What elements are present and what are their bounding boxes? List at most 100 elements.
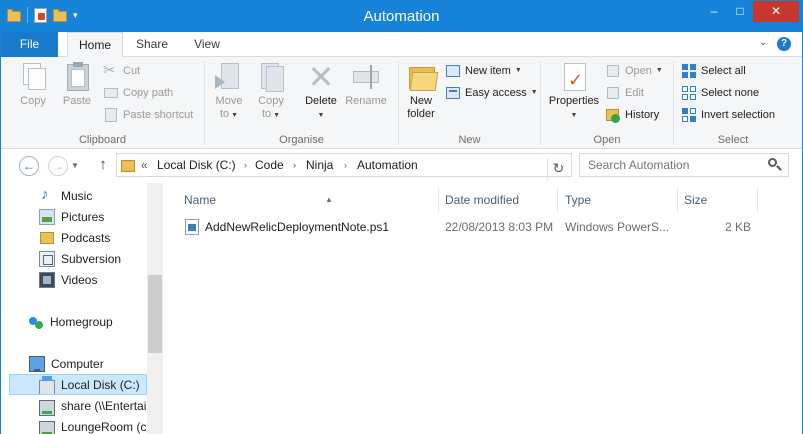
history-button[interactable]: History xyxy=(605,105,659,125)
column-header-type[interactable]: Type xyxy=(565,189,677,211)
select-group-label: Select xyxy=(717,134,749,146)
edit-label: Edit xyxy=(625,87,644,99)
select-none-button[interactable]: Select none xyxy=(681,83,759,103)
new-group-label: New xyxy=(458,134,481,146)
new-folder-button[interactable]: New folder xyxy=(401,61,441,121)
search-icon[interactable] xyxy=(768,158,782,172)
select-all-button[interactable]: Select all xyxy=(681,61,746,81)
breadcrumb-automation[interactable]: Automation xyxy=(357,158,418,172)
dropdown-arrow-icon: ▼ xyxy=(514,67,522,74)
column-divider[interactable] xyxy=(438,188,439,212)
edit-icon xyxy=(605,85,621,101)
breadcrumb-local-disk[interactable]: Local Disk (C:) xyxy=(157,158,236,172)
sidebar-item-videos[interactable]: Videos xyxy=(1,269,147,290)
properties-icon: ✓ xyxy=(558,61,590,93)
sidebar-item-homegroup[interactable]: Homegroup xyxy=(1,311,147,332)
breadcrumb-separator-icon[interactable]: › xyxy=(293,160,296,170)
cut-button[interactable]: ✂ Cut xyxy=(103,61,140,81)
delete-button[interactable]: ✕ Delete ▼ xyxy=(301,61,341,122)
paste-button[interactable]: Paste xyxy=(57,61,97,108)
copy-to-icon xyxy=(255,61,287,93)
file-list[interactable]: Name ▲ Date modified Type Size AddNewRel… xyxy=(163,183,802,434)
column-header-label: Type xyxy=(565,193,592,207)
table-row[interactable]: AddNewRelicDeploymentNote.ps1 22/08/2013… xyxy=(181,216,771,238)
sidebar-item-subversion[interactable]: Subversion xyxy=(1,248,147,269)
copy-button[interactable]: Copy xyxy=(13,61,53,108)
easy-access-icon xyxy=(445,85,461,101)
breadcrumb-overflow[interactable]: « xyxy=(141,158,148,172)
sort-ascending-icon: ▲ xyxy=(325,195,333,204)
copy-to-button[interactable]: Copy to ▼ xyxy=(253,61,289,122)
column-header-size[interactable]: Size xyxy=(684,189,754,211)
breadcrumb-ninja[interactable]: Ninja xyxy=(306,158,333,172)
select-all-label: Select all xyxy=(701,65,746,77)
edit-button[interactable]: Edit xyxy=(605,83,644,103)
move-to-button[interactable]: Move to ▼ xyxy=(211,61,247,122)
sidebar-item-share[interactable]: share (\\Entertai xyxy=(1,395,147,416)
open-icon xyxy=(605,63,621,79)
copy-label: Copy xyxy=(20,95,46,107)
navigation-pane[interactable]: Music Pictures Podcasts Subversion Video… xyxy=(1,183,163,434)
column-header-date-modified[interactable]: Date modified xyxy=(445,189,557,211)
sidebar-item-pictures[interactable]: Pictures xyxy=(1,206,147,227)
close-button[interactable]: ✕ xyxy=(753,1,799,22)
sidebar-item-podcasts[interactable]: Podcasts xyxy=(1,227,147,248)
column-divider[interactable] xyxy=(757,188,758,212)
sidebar-item-music[interactable]: Music xyxy=(1,185,147,206)
copy-to-label-1: Copy xyxy=(258,95,284,107)
search-box[interactable] xyxy=(579,153,789,177)
explorer-window: ▾ Automation – □ ✕ File Home Share View … xyxy=(0,0,803,434)
tab-home[interactable]: Home xyxy=(67,32,123,58)
new-item-icon xyxy=(445,63,461,79)
column-divider[interactable] xyxy=(557,188,558,212)
help-icon[interactable]: ? xyxy=(777,37,791,51)
column-divider[interactable] xyxy=(677,188,678,212)
easy-access-button[interactable]: Easy access ▼ xyxy=(445,83,538,103)
maximize-button[interactable]: □ xyxy=(727,1,753,22)
chevron-down-icon[interactable]: ⌄ xyxy=(759,37,767,48)
folder-icon xyxy=(121,158,135,172)
organise-group: Move to ▼ Copy to ▼ ✕ Delete ▼ Rename Or… xyxy=(205,57,398,149)
sidebar-item-loungeroom[interactable]: LoungeRoom (c xyxy=(1,416,147,434)
sidebar-item-label: Music xyxy=(61,188,93,203)
breadcrumb-separator-icon[interactable]: › xyxy=(344,160,347,170)
refresh-icon[interactable]: ↻ xyxy=(547,158,569,180)
column-header-name[interactable]: Name ▲ xyxy=(184,189,438,211)
open-button[interactable]: Open ▼ xyxy=(605,61,663,81)
breadcrumb-code[interactable]: Code xyxy=(255,158,284,172)
folder-icon xyxy=(39,230,55,246)
sidebar-scrollbar-thumb[interactable] xyxy=(148,275,162,353)
sidebar-item-local-disk[interactable]: Local Disk (C:) xyxy=(9,374,147,395)
history-label: History xyxy=(625,109,660,121)
open-group: ✓ Properties ▼ Open ▼ Edit History Open xyxy=(541,57,673,149)
properties-button[interactable]: ✓ Properties ▼ xyxy=(545,61,603,122)
copy-path-button[interactable]: Copy path xyxy=(103,83,173,103)
paste-shortcut-button[interactable]: Paste shortcut xyxy=(103,105,193,125)
sidebar-item-computer[interactable]: Computer xyxy=(1,353,147,374)
forward-arrow-icon[interactable]: → xyxy=(48,156,68,176)
search-input[interactable] xyxy=(588,157,758,173)
tab-file[interactable]: File xyxy=(1,32,58,57)
dropdown-arrow-icon: ▼ xyxy=(271,112,281,119)
copy-path-label: Copy path xyxy=(123,87,174,99)
minimize-button[interactable]: – xyxy=(701,1,727,22)
rename-label: Rename xyxy=(345,95,387,107)
tab-share[interactable]: Share xyxy=(125,32,179,58)
rename-button[interactable]: Rename xyxy=(343,61,389,108)
tab-view[interactable]: View xyxy=(181,32,233,58)
disk-icon xyxy=(39,375,55,394)
breadcrumb-separator-icon[interactable]: › xyxy=(244,160,247,170)
new-folder-label-2: folder xyxy=(407,108,435,120)
paste-shortcut-label: Paste shortcut xyxy=(123,109,194,121)
recent-locations-icon[interactable]: ▼ xyxy=(71,161,79,170)
new-item-button[interactable]: New item ▼ xyxy=(445,61,522,81)
address-bar[interactable]: « Local Disk (C:) › Code › Ninja › Autom… xyxy=(116,153,644,180)
computer-icon xyxy=(29,355,45,372)
rename-icon xyxy=(350,61,382,93)
back-arrow-icon[interactable]: ← xyxy=(19,156,39,176)
sidebar-item-label: Videos xyxy=(61,272,98,287)
delete-x-icon: ✕ xyxy=(307,59,335,95)
title-bar[interactable]: ▾ Automation – □ ✕ xyxy=(1,1,802,32)
up-arrow-icon[interactable]: ↑ xyxy=(96,156,110,173)
invert-selection-button[interactable]: Invert selection xyxy=(681,105,775,125)
